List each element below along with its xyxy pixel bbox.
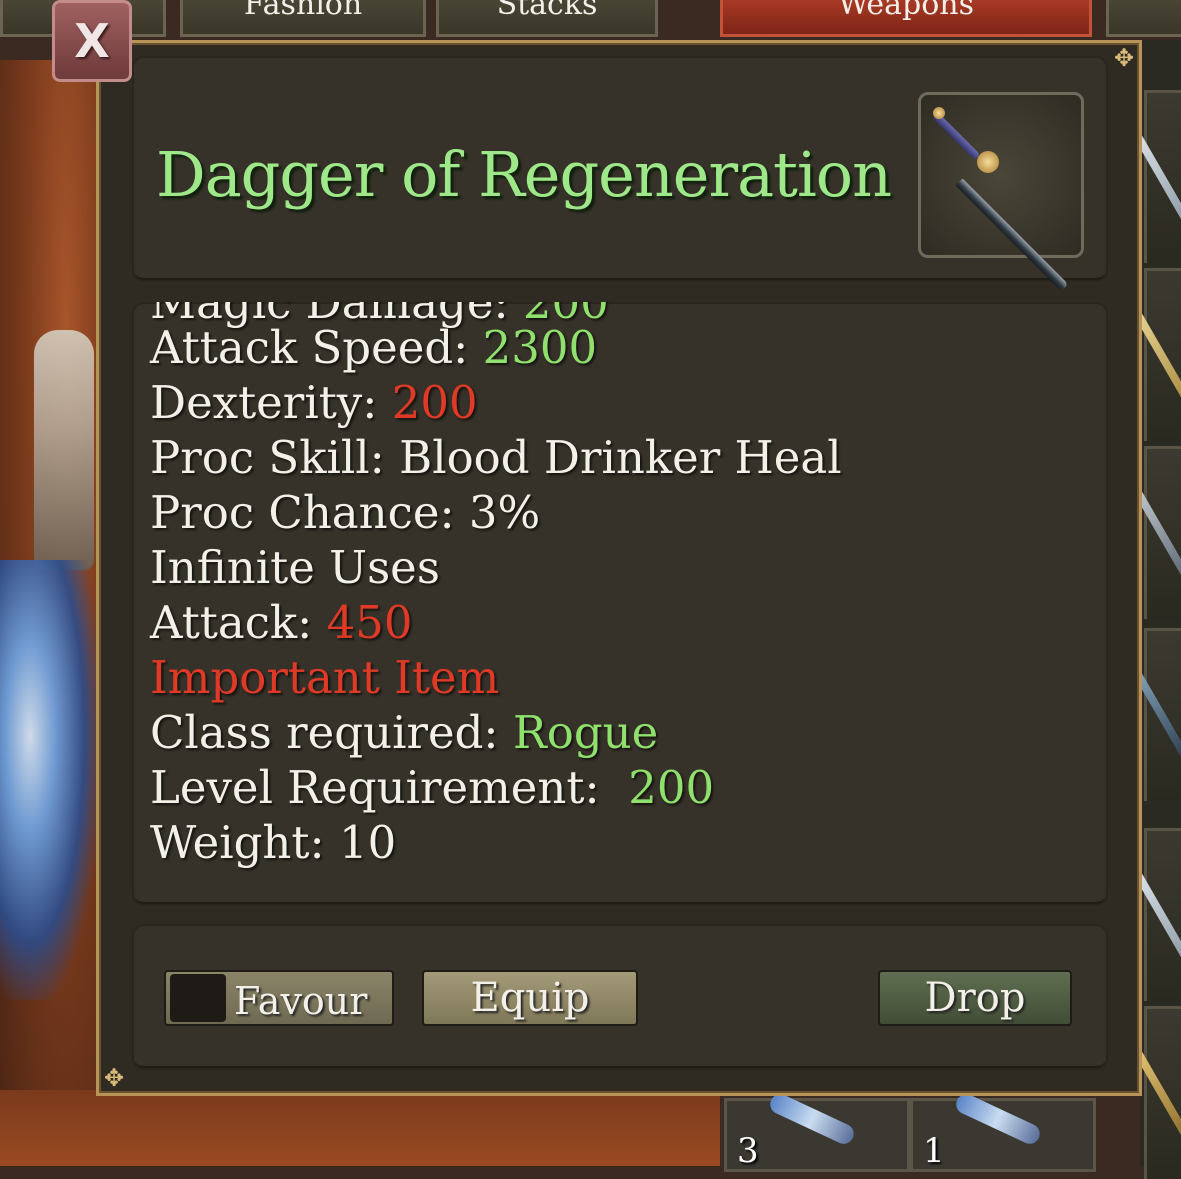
inventory-slot[interactable] [1125, 828, 1181, 1001]
stat-attack-speed: Attack Speed: 2300 [150, 321, 598, 374]
tab-weapons[interactable]: Weapons [720, 0, 1092, 37]
corner-ornament-icon: ✥ [1113, 44, 1135, 72]
close-icon: X [74, 14, 110, 68]
item-name: Dagger of Regeneration [156, 138, 892, 211]
inventory-slot[interactable]: 3 [724, 1090, 910, 1172]
close-button[interactable]: X [52, 0, 132, 82]
equip-button[interactable]: Equip [422, 970, 638, 1026]
inventory-slot[interactable] [1125, 268, 1181, 441]
stat-level-requirement: Level Requirement: 200 [150, 761, 715, 814]
favour-button[interactable]: Favour [164, 970, 394, 1026]
stat-uses: Infinite Uses [150, 541, 440, 594]
inventory-slot[interactable] [1125, 90, 1181, 263]
stack-count: 3 [737, 1131, 759, 1171]
inventory-slot[interactable]: 1 [910, 1090, 1096, 1172]
item-icon-slot [918, 92, 1084, 292]
drop-button[interactable]: Drop [878, 970, 1072, 1026]
blade-icon [766, 1090, 858, 1148]
item-stats: Magic Damage: 200 Attack Speed: 2300 Dex… [132, 302, 1108, 906]
stat-weight: Weight: 10 [150, 816, 397, 869]
background-ground [0, 1090, 720, 1166]
tab-stacks[interactable]: Stacks [436, 0, 658, 37]
character-figure [34, 330, 94, 570]
tab-more[interactable] [1106, 0, 1181, 37]
stat-dexterity: Dexterity: 200 [150, 376, 478, 429]
inventory-slot[interactable] [1125, 1006, 1181, 1179]
stat-proc-skill: Proc Skill: Blood Drinker Heal [150, 431, 842, 484]
stat-attack: Attack: 450 [150, 596, 413, 649]
favour-label: Favour [234, 979, 368, 1023]
tab-fashion[interactable]: Fashion [180, 0, 426, 37]
stat-proc-chance: Proc Chance: 3% [150, 486, 541, 539]
inventory-slot[interactable] [1125, 628, 1181, 801]
blade-icon [952, 1090, 1044, 1148]
favour-checkbox[interactable] [170, 974, 226, 1022]
dagger-icon [929, 103, 1079, 292]
character-armor [0, 560, 100, 1000]
inventory-slot[interactable] [1125, 446, 1181, 619]
stat-class-required: Class required: Rogue [150, 706, 659, 759]
stack-count: 1 [923, 1131, 945, 1171]
corner-ornament-icon: ✥ [103, 1064, 125, 1092]
stat-important: Important Item [150, 651, 500, 704]
